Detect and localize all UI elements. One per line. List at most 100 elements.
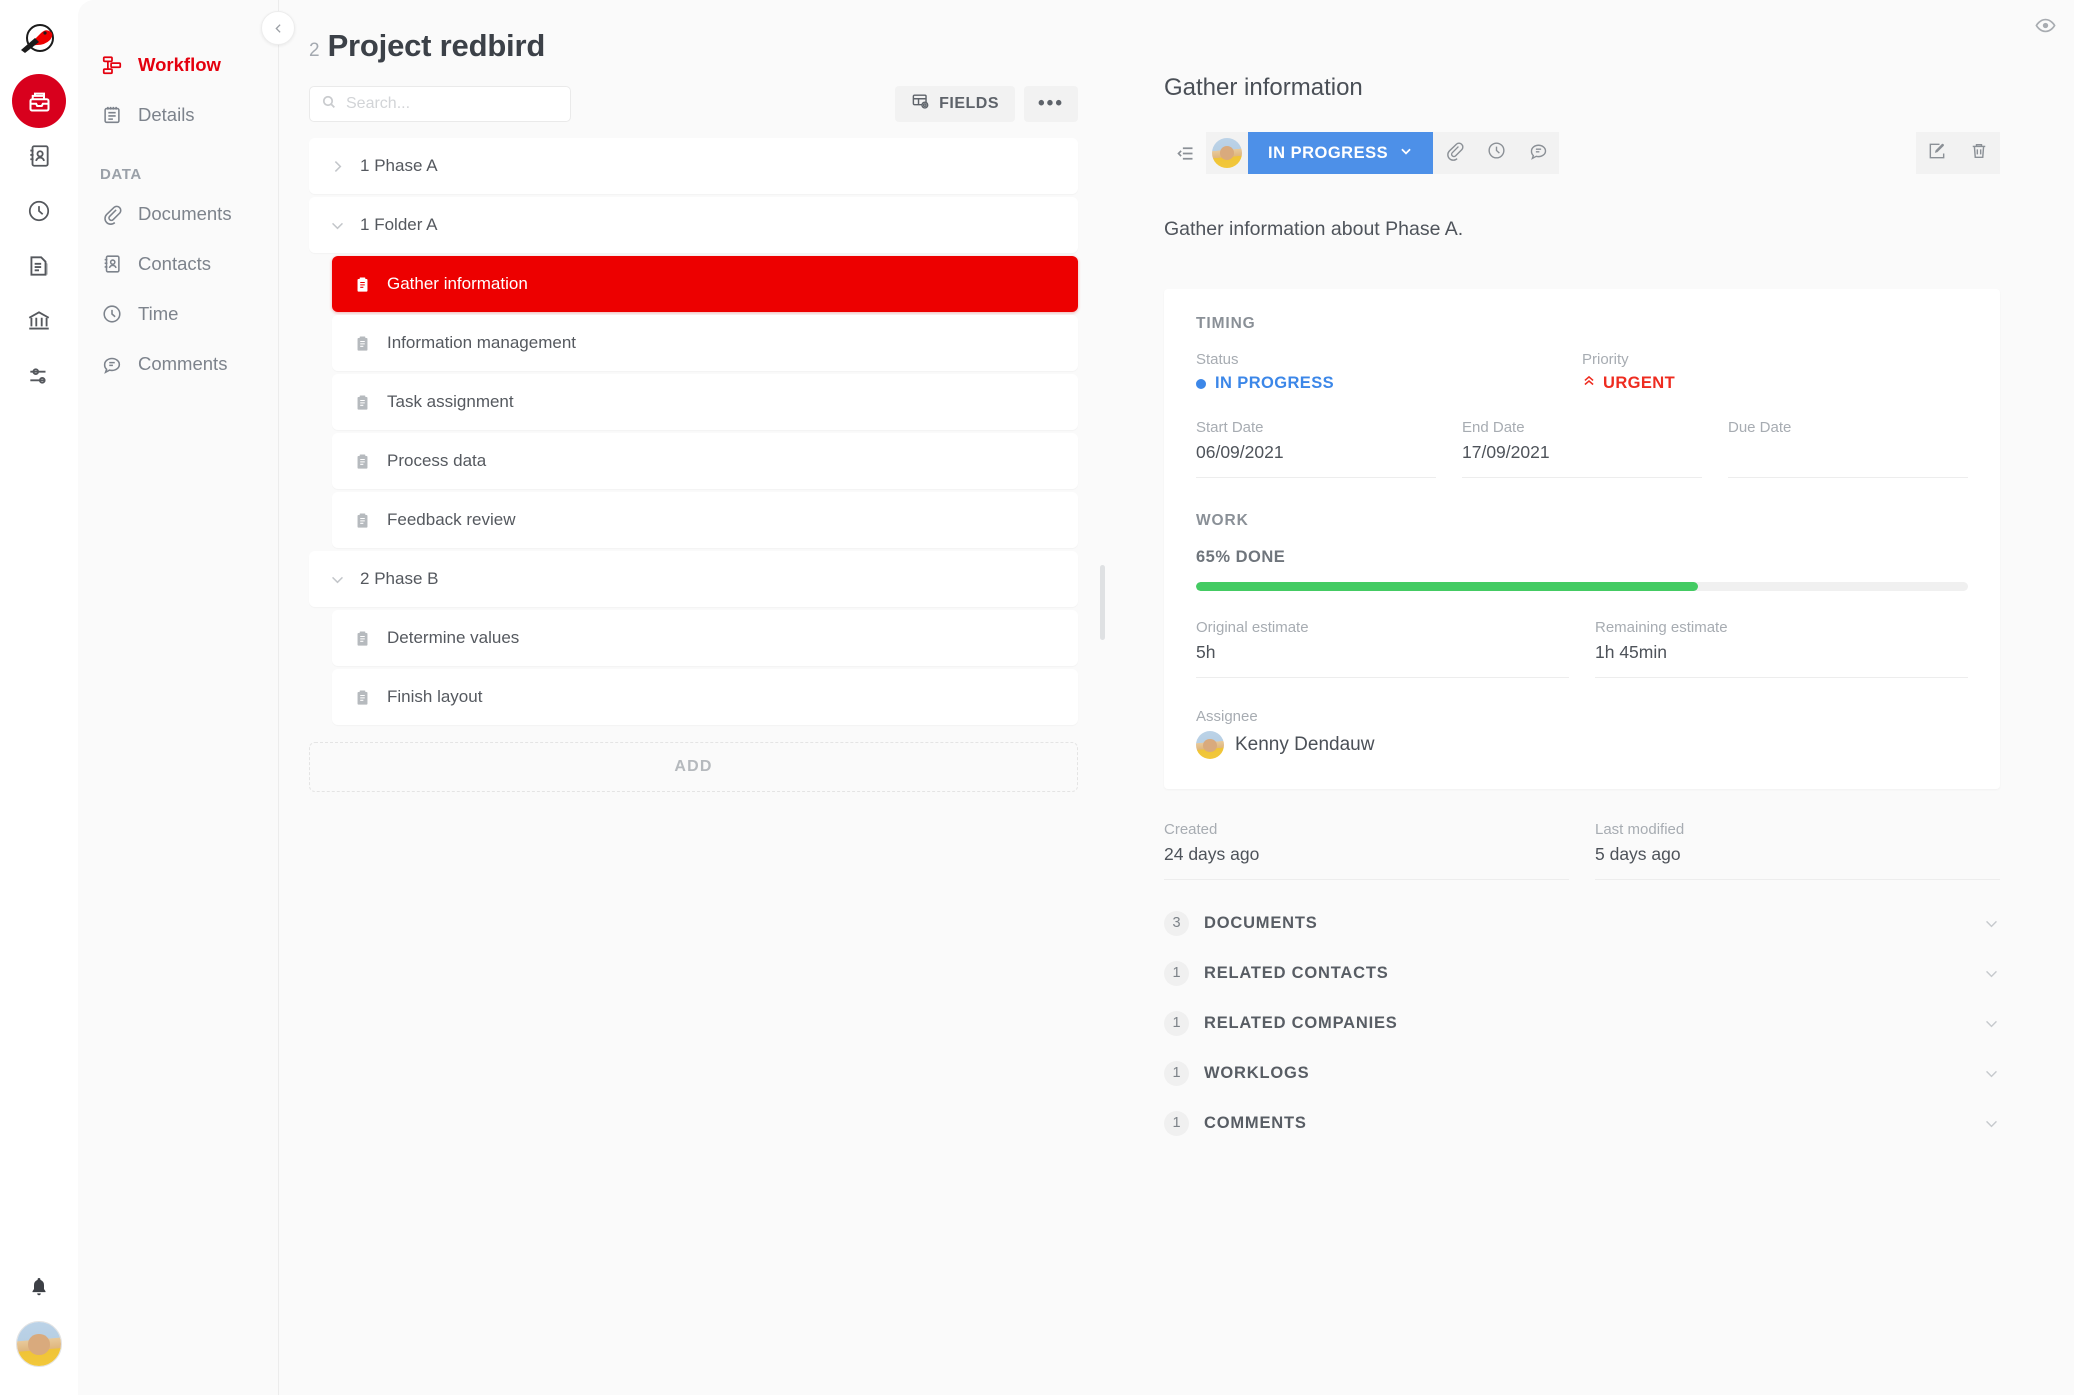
due-date-field[interactable]: Due Date — [1728, 419, 1968, 478]
task-row-gather-information[interactable]: Gather information — [332, 256, 1078, 312]
fields-button[interactable]: FIELDS — [895, 86, 1015, 122]
edit-pencil-icon — [1927, 141, 1947, 166]
workflow-column: 2 Project redbird — [279, 0, 1108, 1395]
task-row-task-assignment[interactable]: Task assignment — [332, 374, 1078, 430]
accordion-count: 1 — [1164, 1061, 1189, 1086]
tree-group-label: 2 Phase B — [360, 569, 438, 589]
remaining-estimate-field[interactable]: Remaining estimate 1h 45min — [1595, 619, 1968, 678]
tree-group-label: 1 Phase A — [360, 156, 438, 176]
field-underline — [1196, 477, 1436, 478]
indent-left-icon[interactable] — [1164, 132, 1206, 174]
field-underline — [1462, 477, 1702, 478]
rail-item-contacts[interactable] — [12, 129, 66, 183]
accordion-related-companies[interactable]: 1 RELATED COMPANIES — [1164, 998, 2000, 1048]
tree-group-number: 1 — [360, 156, 369, 175]
status-field-label: Status — [1196, 351, 1556, 368]
status-field: Status IN PROGRESS — [1196, 351, 1582, 393]
add-button[interactable]: ADD — [309, 742, 1078, 792]
tree-group-folder-a[interactable]: 1 Folder A — [309, 197, 1078, 253]
status-badge-label: IN PROGRESS — [1215, 374, 1334, 393]
clipboard-icon — [354, 512, 371, 529]
rail-item-documents[interactable] — [12, 239, 66, 293]
attach-button[interactable] — [1433, 132, 1475, 174]
rail-item-inbox[interactable] — [12, 74, 66, 128]
nav-collapse-button[interactable] — [261, 11, 295, 45]
task-row-information-management[interactable]: Information management — [332, 315, 1078, 371]
end-date-value: 17/09/2021 — [1462, 442, 1702, 466]
task-row-finish-layout[interactable]: Finish layout — [332, 669, 1078, 725]
detail-assignee-avatar[interactable] — [1206, 132, 1248, 174]
work-progress-bar — [1196, 582, 1968, 591]
start-date-field[interactable]: Start Date 06/09/2021 — [1196, 419, 1462, 478]
page-title: 2 Project redbird — [309, 28, 1108, 64]
status-badge[interactable]: IN PROGRESS — [1196, 374, 1556, 393]
accordion-label: COMMENTS — [1204, 1114, 1307, 1133]
task-row-determine-values[interactable]: Determine values — [332, 610, 1078, 666]
delete-button[interactable] — [1958, 132, 2000, 174]
chevron-right-icon — [329, 158, 346, 175]
page-title-text: Project redbird — [328, 28, 546, 64]
more-options-button[interactable]: ••• — [1024, 86, 1078, 122]
task-row-label: Finish layout — [387, 687, 482, 707]
field-underline — [1196, 677, 1569, 678]
urgent-arrow-icon — [1582, 374, 1596, 393]
end-date-field[interactable]: End Date 17/09/2021 — [1462, 419, 1728, 478]
fields-button-label: FIELDS — [939, 95, 999, 113]
priority-field-label: Priority — [1582, 351, 1942, 368]
created-field: Created 24 days ago — [1164, 821, 1595, 880]
log-time-button[interactable] — [1475, 132, 1517, 174]
eye-icon[interactable] — [2034, 14, 2057, 42]
task-row-feedback-review[interactable]: Feedback review — [332, 492, 1078, 548]
accordion-list: 3 DOCUMENTS 1 RELATED CONTACTS 1 RELATED… — [1164, 898, 2000, 1148]
accordion-worklogs[interactable]: 1 WORKLOGS — [1164, 1048, 2000, 1098]
timing-section-title: TIMING — [1196, 315, 1968, 333]
edit-button[interactable] — [1916, 132, 1958, 174]
created-value: 24 days ago — [1164, 844, 1569, 868]
nav-item-workflow[interactable]: Workflow — [78, 40, 278, 90]
workflow-scrollbar[interactable] — [1100, 565, 1105, 640]
created-label: Created — [1164, 821, 1569, 838]
accordion-related-contacts[interactable]: 1 RELATED CONTACTS — [1164, 948, 2000, 998]
accordion-count: 3 — [1164, 911, 1189, 936]
clipboard-icon — [354, 276, 371, 293]
task-row-process-data[interactable]: Process data — [332, 433, 1078, 489]
nav-item-label: Details — [138, 104, 195, 126]
chevron-down-icon — [1983, 1015, 2000, 1032]
nav-item-contacts[interactable]: Contacts — [78, 239, 278, 289]
accordion-documents[interactable]: 3 DOCUMENTS — [1164, 898, 2000, 948]
workflow-icon — [100, 53, 124, 77]
add-comment-button[interactable] — [1517, 132, 1559, 174]
start-date-label: Start Date — [1196, 419, 1436, 436]
search-icon — [321, 94, 337, 115]
nav-item-documents[interactable]: Documents — [78, 189, 278, 239]
nav-item-time[interactable]: Time — [78, 289, 278, 339]
accordion-label: DOCUMENTS — [1204, 914, 1318, 933]
tree-group-phase-b[interactable]: 2 Phase B — [309, 551, 1078, 607]
contacts-book-icon — [100, 252, 124, 276]
search-input[interactable] — [346, 95, 559, 113]
rail-item-time[interactable] — [12, 184, 66, 238]
user-avatar[interactable] — [16, 1321, 62, 1367]
bell-icon[interactable] — [12, 1263, 66, 1311]
nav-item-comments[interactable]: Comments — [78, 339, 278, 389]
clipboard-icon — [354, 630, 371, 647]
accordion-comments[interactable]: 1 COMMENTS — [1164, 1098, 2000, 1148]
rail-item-settings[interactable] — [12, 349, 66, 403]
end-date-label: End Date — [1462, 419, 1702, 436]
field-underline — [1164, 879, 1569, 880]
assignee-field[interactable]: Assignee Kenny Dendauw — [1196, 708, 1968, 759]
search-box[interactable] — [309, 86, 571, 122]
app-root: Workflow Details DATA Documents — [0, 0, 2074, 1395]
workflow-tree: 1 Phase A 1 Folder A — [309, 138, 1108, 792]
status-dropdown-button[interactable]: IN PROGRESS — [1248, 132, 1433, 174]
chevron-down-icon — [1399, 144, 1413, 163]
clipboard-icon — [354, 335, 371, 352]
priority-badge[interactable]: URGENT — [1582, 374, 1942, 393]
task-row-label: Process data — [387, 451, 486, 471]
nav-item-label: Contacts — [138, 253, 211, 275]
rail-item-companies[interactable] — [12, 294, 66, 348]
tree-group-phase-a[interactable]: 1 Phase A — [309, 138, 1078, 194]
original-estimate-field[interactable]: Original estimate 5h — [1196, 619, 1595, 678]
chevron-down-icon — [1983, 915, 2000, 932]
nav-item-details[interactable]: Details — [78, 90, 278, 140]
